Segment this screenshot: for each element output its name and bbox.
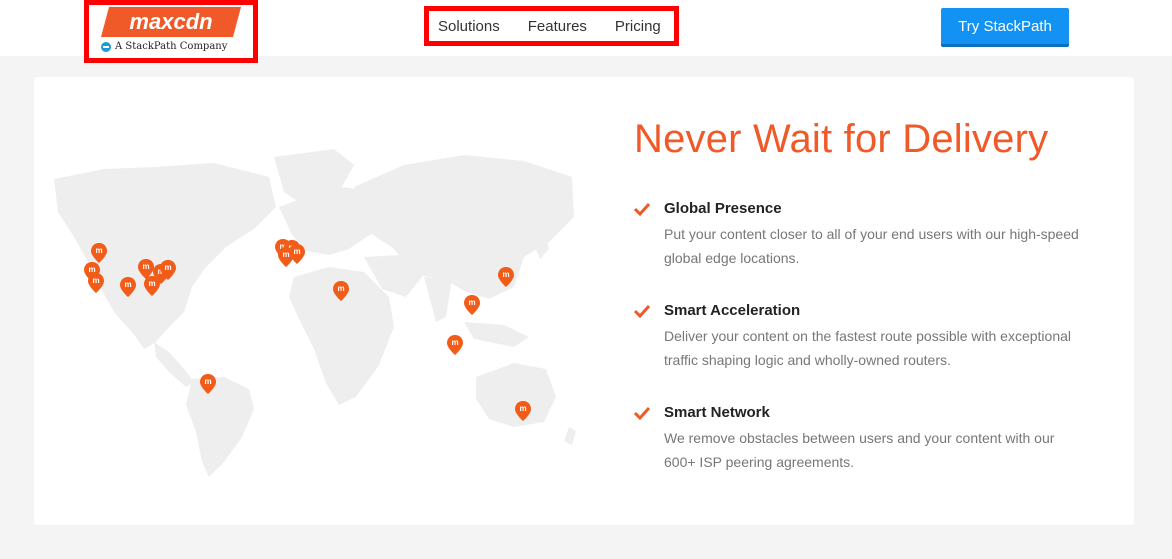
check-icon <box>634 406 650 420</box>
hero-card: m <box>34 77 1134 525</box>
site-header: maxcdn A StackPath Company Solutions Fea… <box>0 0 1172 63</box>
world-map: m <box>54 149 576 477</box>
feature-description: Put your content closer to all of your e… <box>664 226 1079 266</box>
maxcdn-logo-badge: maxcdn <box>101 7 241 37</box>
nav-features[interactable]: Features <box>528 18 587 35</box>
main-nav: Solutions Features Pricing <box>424 6 679 46</box>
nav-pricing[interactable]: Pricing <box>615 18 661 35</box>
map-pin-icon <box>447 335 463 355</box>
check-icon <box>634 202 650 216</box>
hero-headline: Never Wait for Delivery <box>634 117 1049 161</box>
feature-description: Deliver your content on the fastest rout… <box>664 328 1072 368</box>
feature-description: We remove obstacles between users and yo… <box>664 430 1055 470</box>
logo-text: maxcdn <box>129 9 212 34</box>
feature-title: Smart Network <box>664 404 770 421</box>
map-pin-icon <box>278 247 294 267</box>
nav-solutions[interactable]: Solutions <box>438 18 500 35</box>
logo-subtitle-text: A StackPath Company <box>115 41 228 52</box>
map-pin-icon <box>88 273 104 293</box>
continents <box>54 149 576 477</box>
feature-title: Smart Acceleration <box>664 302 801 319</box>
feature-title: Global Presence <box>664 200 782 217</box>
logo-subtitle: A StackPath Company <box>101 41 227 52</box>
try-stackpath-button[interactable]: Try StackPath <box>941 8 1069 47</box>
logo[interactable]: maxcdn A StackPath Company <box>84 0 258 63</box>
check-icon <box>634 304 650 318</box>
stackpath-icon <box>101 41 111 52</box>
map-pin-icon <box>464 295 480 315</box>
